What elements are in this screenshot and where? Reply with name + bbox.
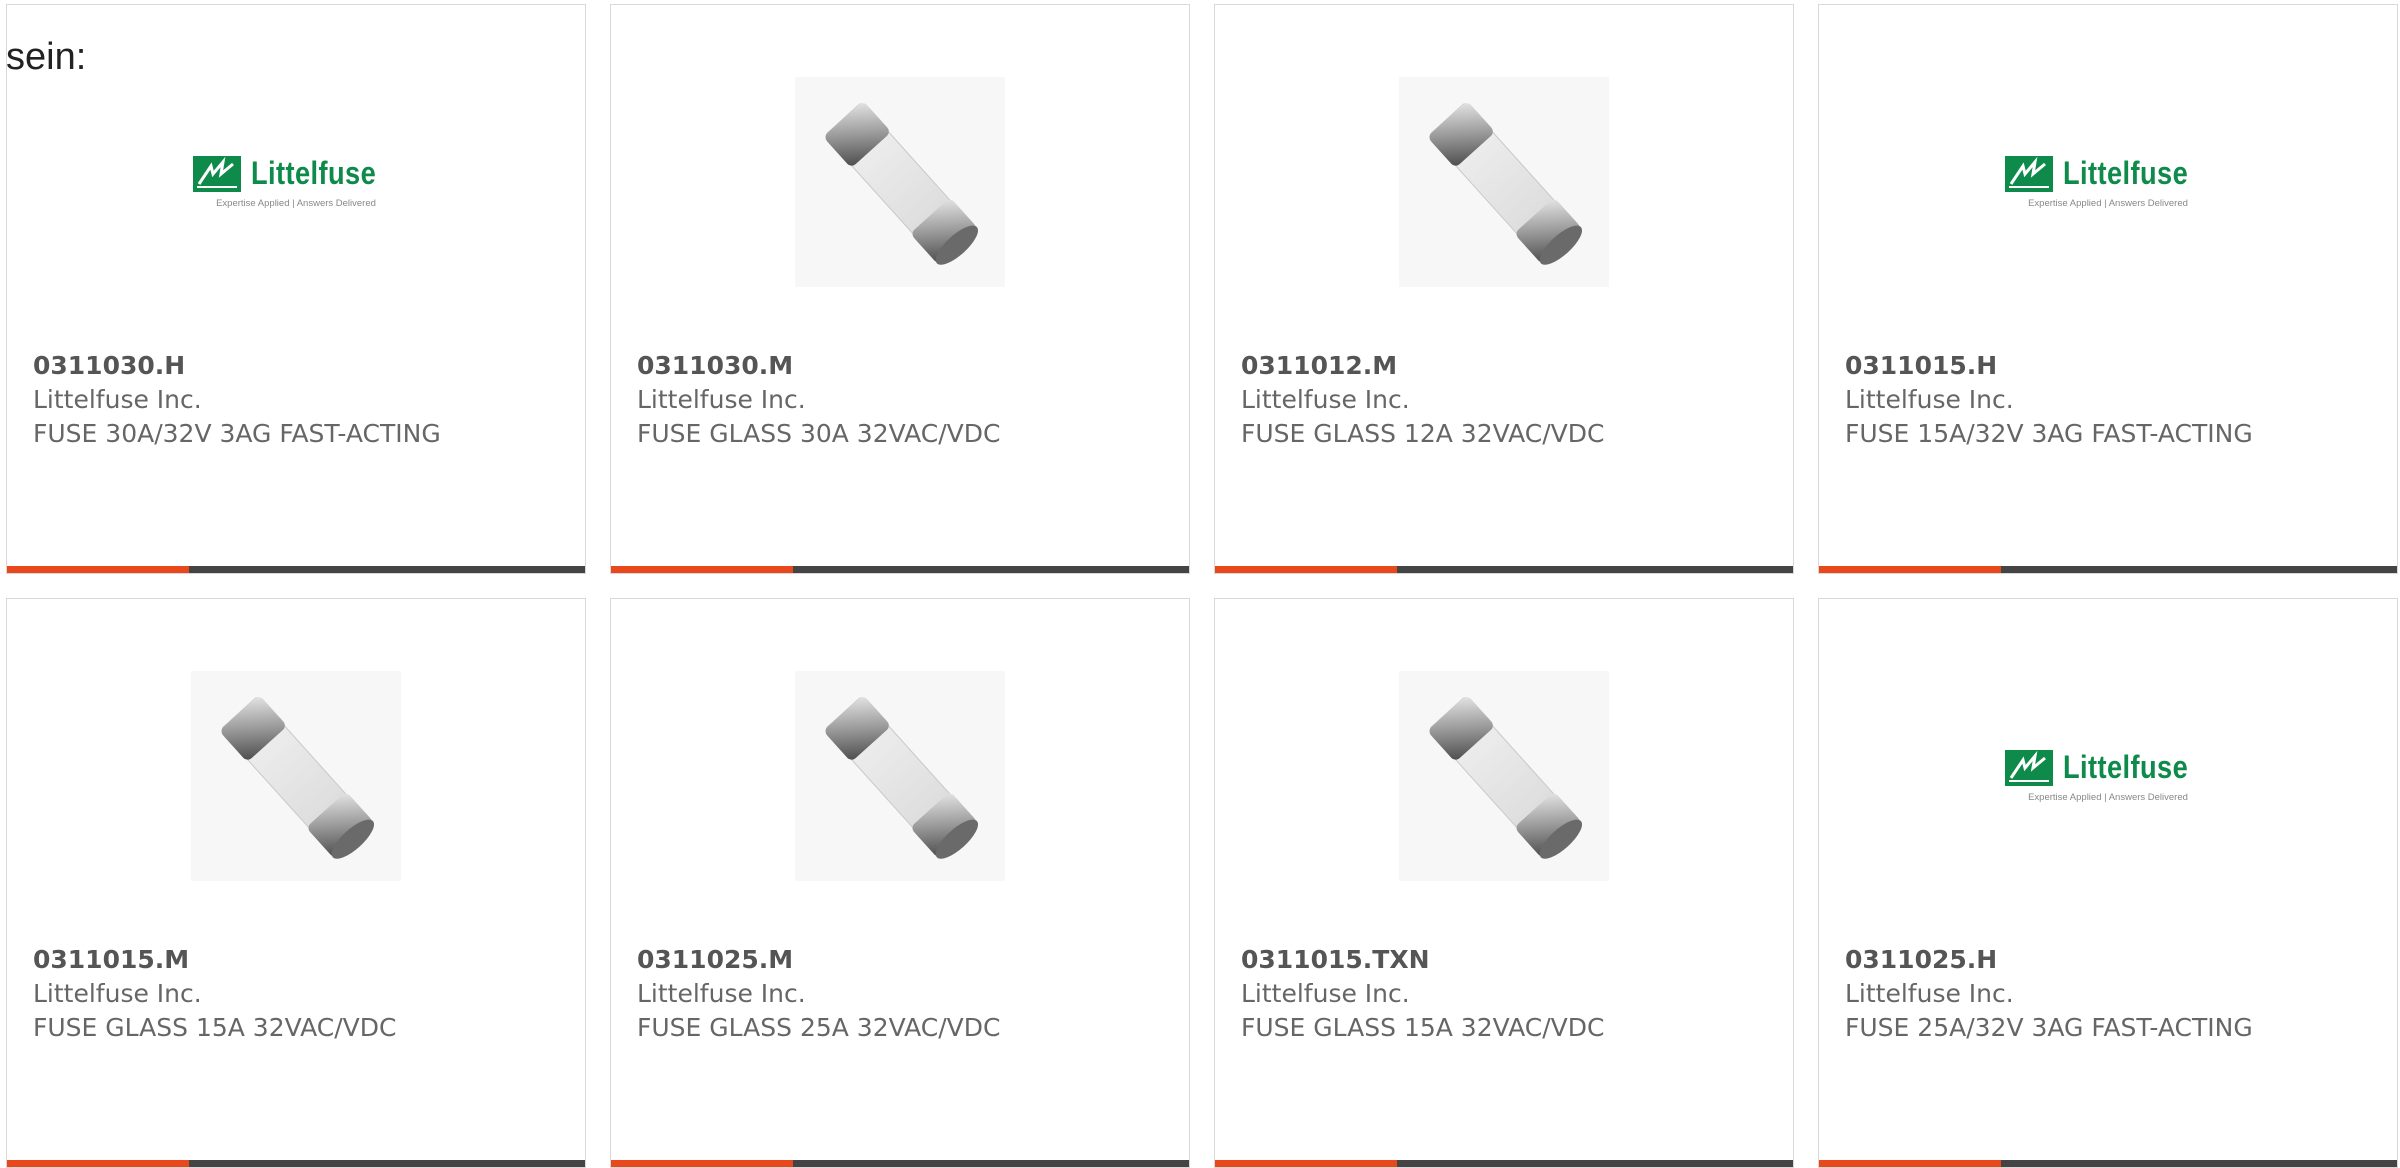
part-number-link[interactable]: 0311030.M [637, 349, 1173, 383]
product-image[interactable]: Littelfuse Expertise Applied | Answers D… [1819, 77, 2397, 287]
part-number-link[interactable]: 0311030.H [33, 349, 569, 383]
manufacturer-label: Littelfuse Inc. [1845, 979, 2014, 1008]
card-bottom-bar [611, 566, 1189, 573]
product-card[interactable]: 0311015.TXN Littelfuse Inc. FUSE GLASS 1… [1214, 598, 1794, 1168]
logo-name: Littelfuse [2063, 155, 2189, 191]
description-label: FUSE GLASS 25A 32VAC/VDC [637, 1013, 1001, 1042]
logo-name: Littelfuse [2063, 749, 2189, 785]
logo-tagline: Expertise Applied | Answers Delivered [216, 198, 376, 209]
glass-fuse-icon [795, 671, 1005, 881]
product-image[interactable] [611, 671, 1189, 881]
card-accent [1819, 566, 2001, 573]
card-bottom-bar [1819, 1160, 2397, 1167]
littelfuse-mark-icon [2005, 155, 2054, 192]
card-bottom-bar [611, 1160, 1189, 1167]
glass-fuse-icon [191, 671, 401, 881]
product-card[interactable]: Littelfuse Expertise Applied | Answers D… [6, 4, 586, 574]
littelfuse-logo: Littelfuse Expertise Applied | Answers D… [193, 155, 398, 209]
product-card[interactable]: 0311025.M Littelfuse Inc. FUSE GLASS 25A… [610, 598, 1190, 1168]
part-number-link[interactable]: 0311025.H [1845, 943, 2381, 977]
product-card[interactable]: 0311015.M Littelfuse Inc. FUSE GLASS 15A… [6, 598, 586, 1168]
description-label: FUSE 15A/32V 3AG FAST-ACTING [1845, 419, 2253, 448]
product-image[interactable]: Littelfuse Expertise Applied | Answers D… [7, 77, 585, 287]
part-number-link[interactable]: 0311015.H [1845, 349, 2381, 383]
manufacturer-label: Littelfuse Inc. [1845, 385, 2014, 414]
card-accent [611, 1160, 793, 1167]
manufacturer-label: Littelfuse Inc. [1241, 385, 1410, 414]
intro-text: sein: [6, 36, 87, 78]
manufacturer-label: Littelfuse Inc. [33, 385, 202, 414]
product-image[interactable]: Littelfuse Expertise Applied | Answers D… [1819, 671, 2397, 881]
product-image[interactable] [611, 77, 1189, 287]
product-image[interactable] [1215, 77, 1793, 287]
product-grid: Littelfuse Expertise Applied | Answers D… [6, 4, 2398, 1168]
card-accent [7, 566, 189, 573]
part-number-link[interactable]: 0311025.M [637, 943, 1173, 977]
logo-name: Littelfuse [251, 155, 377, 191]
card-bottom-bar [7, 1160, 585, 1167]
part-number-link[interactable]: 0311012.M [1241, 349, 1777, 383]
part-number-link[interactable]: 0311015.TXN [1241, 943, 1777, 977]
littelfuse-mark-icon [2005, 749, 2054, 786]
part-number-link[interactable]: 0311015.M [33, 943, 569, 977]
card-accent [1215, 566, 1397, 573]
manufacturer-label: Littelfuse Inc. [33, 979, 202, 1008]
card-bottom-bar [1215, 1160, 1793, 1167]
card-accent [611, 566, 793, 573]
glass-fuse-icon [795, 77, 1005, 287]
card-accent [7, 1160, 189, 1167]
product-card[interactable]: 0311012.M Littelfuse Inc. FUSE GLASS 12A… [1214, 4, 1794, 574]
card-bottom-bar [1215, 566, 1793, 573]
product-image[interactable] [1215, 671, 1793, 881]
card-accent [1215, 1160, 1397, 1167]
littelfuse-logo: Littelfuse Expertise Applied | Answers D… [2005, 155, 2210, 209]
description-label: FUSE 30A/32V 3AG FAST-ACTING [33, 419, 441, 448]
product-card[interactable]: Littelfuse Expertise Applied | Answers D… [1818, 4, 2398, 574]
card-accent [1819, 1160, 2001, 1167]
card-bottom-bar [7, 566, 585, 573]
littelfuse-mark-icon [193, 155, 242, 192]
glass-fuse-icon [1399, 77, 1609, 287]
product-image[interactable] [7, 671, 585, 881]
manufacturer-label: Littelfuse Inc. [1241, 979, 1410, 1008]
logo-tagline: Expertise Applied | Answers Delivered [2028, 792, 2188, 803]
littelfuse-logo: Littelfuse Expertise Applied | Answers D… [2005, 749, 2210, 803]
glass-fuse-icon [1399, 671, 1609, 881]
manufacturer-label: Littelfuse Inc. [637, 385, 806, 414]
product-card[interactable]: 0311030.M Littelfuse Inc. FUSE GLASS 30A… [610, 4, 1190, 574]
description-label: FUSE GLASS 30A 32VAC/VDC [637, 419, 1001, 448]
description-label: FUSE GLASS 15A 32VAC/VDC [1241, 1013, 1605, 1042]
logo-tagline: Expertise Applied | Answers Delivered [2028, 198, 2188, 209]
description-label: FUSE 25A/32V 3AG FAST-ACTING [1845, 1013, 2253, 1042]
description-label: FUSE GLASS 12A 32VAC/VDC [1241, 419, 1605, 448]
manufacturer-label: Littelfuse Inc. [637, 979, 806, 1008]
product-card[interactable]: Littelfuse Expertise Applied | Answers D… [1818, 598, 2398, 1168]
description-label: FUSE GLASS 15A 32VAC/VDC [33, 1013, 397, 1042]
card-bottom-bar [1819, 566, 2397, 573]
